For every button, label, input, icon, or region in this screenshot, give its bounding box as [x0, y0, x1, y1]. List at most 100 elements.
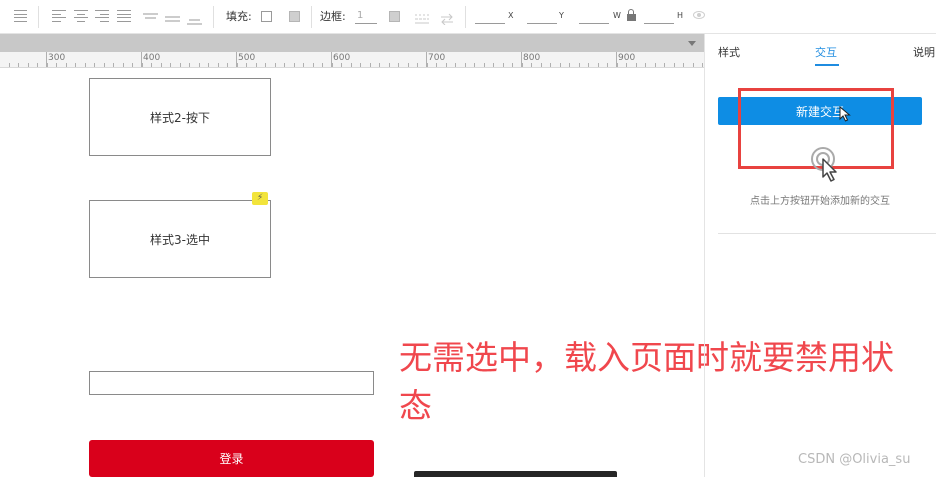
page-tab-bar — [0, 34, 704, 52]
ruler-label: 300 — [48, 53, 66, 63]
lock-icon[interactable] — [627, 9, 636, 21]
ruler-tick — [303, 63, 304, 67]
ruler-tick — [408, 63, 409, 67]
ruler-tick — [227, 63, 228, 67]
ruler-tick — [37, 63, 38, 67]
ruler-tick — [275, 63, 276, 67]
ruler-label: 700 — [428, 53, 446, 63]
valign-top-icon[interactable] — [143, 10, 158, 22]
ruler-tick — [683, 63, 684, 67]
ruler-tick — [617, 63, 618, 67]
ruler-tick — [636, 63, 637, 67]
lightning-icon[interactable]: ⚡ — [252, 192, 268, 205]
tab-notes[interactable]: 说明 — [913, 46, 935, 60]
ruler-tick — [161, 63, 162, 67]
ruler-label: 800 — [523, 53, 541, 63]
y-input[interactable] — [527, 10, 557, 24]
ruler-tick — [246, 63, 247, 67]
border-style-icon[interactable] — [415, 10, 429, 24]
ruler-tick — [313, 63, 314, 67]
tab-interaction[interactable]: 交互 — [815, 46, 837, 60]
ruler-tick — [47, 63, 48, 67]
ruler-tick — [332, 63, 333, 67]
ruler-tick — [512, 63, 513, 67]
x-input[interactable] — [475, 10, 505, 24]
ruler-tick — [379, 63, 380, 67]
ruler-tick — [284, 63, 285, 67]
widget-selected-style[interactable]: 样式3-选中 — [89, 200, 271, 278]
ruler-tick — [427, 63, 428, 67]
justify-icon[interactable] — [117, 10, 131, 22]
fill-color-swatch[interactable] — [261, 11, 272, 22]
annotation-text: 无需选中，载入页面时就要禁用状态 — [399, 338, 894, 425]
ruler-tick — [132, 63, 133, 67]
ruler-tick — [569, 63, 570, 67]
toolbar: 填充: 边框: 1 X Y W H — [0, 0, 936, 34]
ruler-tick — [142, 63, 143, 67]
ruler-tick — [123, 63, 124, 67]
ruler-tick — [398, 63, 399, 67]
ruler-tick — [484, 63, 485, 67]
border-width-input[interactable]: 1 — [355, 10, 377, 24]
ruler-label: 400 — [143, 53, 161, 63]
w-label: W — [613, 11, 621, 20]
ruler-tick — [199, 63, 200, 67]
ruler-tick — [104, 63, 105, 67]
panel-divider — [718, 233, 936, 234]
horizontal-ruler: 300 400 500 600 700 800 900 — [0, 52, 704, 68]
chevron-down-icon[interactable] — [688, 41, 696, 46]
ruler-tick — [189, 63, 190, 67]
align-right-icon[interactable] — [95, 10, 109, 22]
ruler-label: 900 — [618, 53, 636, 63]
ruler-tick — [522, 63, 523, 67]
ruler-tick — [531, 63, 532, 67]
height-input[interactable] — [644, 10, 674, 24]
ruler-tick — [56, 63, 57, 67]
widget-pressed-style[interactable]: 样式2-按下 — [89, 78, 271, 156]
ruler-tick — [170, 63, 171, 67]
align-center-icon[interactable] — [74, 10, 88, 22]
login-button[interactable]: 登录 — [89, 440, 374, 477]
ruler-tick — [85, 63, 86, 67]
ruler-tick — [493, 63, 494, 67]
ruler-tick — [75, 63, 76, 67]
ruler-tick — [18, 63, 19, 67]
overlay-bar — [414, 471, 617, 477]
ruler-tick — [341, 63, 342, 67]
ruler-tick — [503, 63, 504, 67]
border-color-swatch[interactable] — [389, 11, 400, 22]
ruler-tick — [674, 63, 675, 67]
ruler-tick — [550, 63, 551, 67]
hint-text: 点击上方按钮开始添加新的交互 — [750, 196, 890, 207]
ruler-tick — [693, 63, 694, 67]
eye-icon[interactable] — [693, 11, 705, 19]
ruler-tick — [9, 63, 10, 67]
ruler-tick — [598, 63, 599, 67]
ruler-tick — [294, 63, 295, 67]
width-input[interactable] — [579, 10, 609, 24]
ruler-tick — [180, 63, 181, 67]
text-input-widget[interactable] — [89, 371, 374, 395]
ruler-tick — [465, 63, 466, 67]
valign-bottom-icon[interactable] — [187, 10, 202, 25]
ruler-tick — [474, 63, 475, 67]
ruler-tick — [541, 63, 542, 67]
align-left-icon[interactable] — [52, 10, 66, 22]
ruler-tick — [351, 63, 352, 67]
x-label: X — [508, 11, 514, 20]
touch-gesture-icon — [809, 146, 847, 184]
ruler-tick — [626, 63, 627, 67]
toolbar-divider — [213, 6, 214, 28]
ruler-tick — [151, 63, 152, 67]
ruler-tick — [360, 63, 361, 67]
watermark: CSDN @Olivia_su — [798, 452, 911, 467]
fill-shadow-swatch[interactable] — [289, 11, 300, 22]
tab-style[interactable]: 样式 — [718, 46, 740, 60]
list-icon[interactable] — [14, 10, 27, 22]
valign-middle-icon[interactable] — [165, 10, 180, 22]
ruler-tick — [322, 63, 323, 67]
arrow-style-icon[interactable] — [440, 10, 454, 26]
ruler-tick — [370, 63, 371, 67]
ruler-tick — [702, 63, 703, 67]
ruler-label: 600 — [333, 53, 351, 63]
